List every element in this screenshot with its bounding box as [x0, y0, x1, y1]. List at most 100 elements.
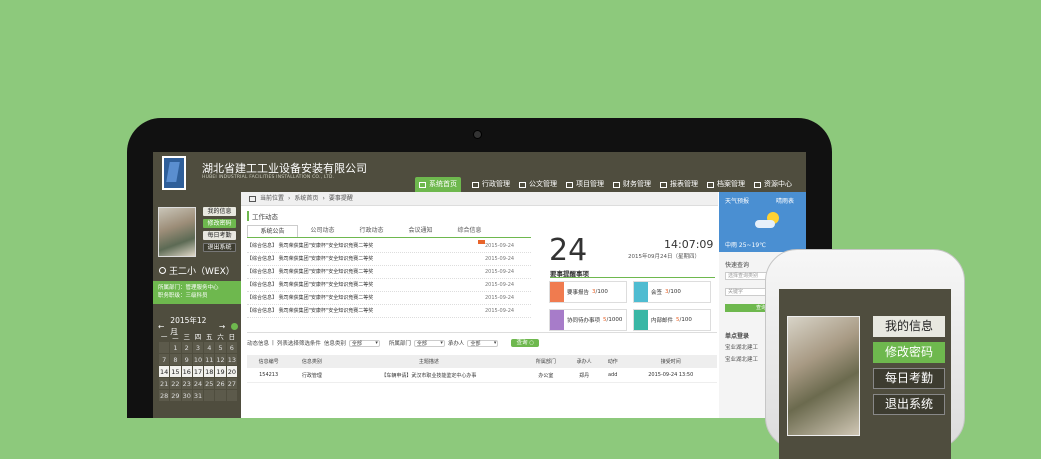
search-button[interactable]: 查询 ○ — [511, 339, 540, 347]
news-date: 2015-09-24 — [485, 295, 515, 301]
reminder-card[interactable]: 会签 3/100 — [633, 281, 711, 303]
calendar-day[interactable]: 31 — [192, 390, 204, 401]
category-select[interactable]: 全部 — [348, 339, 380, 347]
breadcrumb-home[interactable]: 系统首页 — [294, 192, 318, 206]
tab-announcements[interactable]: 系统公告 — [247, 225, 298, 237]
calendar-day[interactable]: 2 — [181, 342, 192, 353]
column-header[interactable]: 主题描述 — [333, 355, 525, 368]
table-cell: 2015-09-24 13:50 — [624, 368, 717, 383]
calendar-day[interactable]: 13 — [226, 354, 237, 365]
news-item[interactable]: 【综合信息】 我司荣获集团"安康杯"安全知识竞赛二等奖 2015-09-24 — [247, 266, 531, 279]
news-item[interactable]: 【综合信息】 我司荣获集团"安康杯"安全知识竞赛二等奖 2015-09-24 — [247, 253, 531, 266]
calendar-day[interactable]: 30 — [181, 390, 192, 401]
user-dept: 所属部门：管理服务中心 职务职级：三级科员 — [153, 281, 241, 304]
news-item[interactable]: 【综合信息】 我司荣获集团"安康杯"安全知识竞赛二等奖 2015-09-24 — [247, 279, 531, 292]
attendance-button[interactable]: 每日考勤 — [203, 231, 236, 240]
table-row[interactable]: 154213 行政管理 【车辆申请】武汉市职业技能鉴定中心办事 办公室 郑丹 add 201… — [247, 368, 717, 383]
news-item[interactable]: 【综合信息】 我司荣获集团"安康杯"安全知识竞赛二等奖 2015-09-24 — [247, 305, 531, 318]
calendar-day[interactable]: 16 — [181, 366, 192, 377]
calendar-day[interactable]: 27 — [226, 378, 237, 389]
reminder-card[interactable]: 要事报告 3/100 — [549, 281, 627, 303]
phone-my-info-button[interactable]: 我的信息 — [873, 316, 945, 337]
phone-logout-button[interactable]: 退出系统 — [873, 394, 945, 415]
screen: 湖北省建工工业设备安装有限公司 HUBEI INDUSTRIAL FACILIT… — [153, 152, 806, 418]
news-item[interactable]: 【综合信息】 我司荣获集团"安康杯"安全知识竞赛二等奖 2015-09-24 — [247, 292, 531, 305]
column-header[interactable]: 承办人 — [567, 355, 601, 368]
calendar-day[interactable]: 29 — [170, 390, 181, 401]
reminder-label: 要事报告 — [567, 290, 590, 296]
tab-meetings[interactable]: 会议通知 — [396, 225, 445, 237]
user-icon — [159, 267, 166, 274]
calendar-day[interactable]: 25 — [204, 378, 215, 389]
calendar-day[interactable]: 28 — [159, 390, 170, 401]
nav-resources[interactable]: 资源中心 — [750, 177, 797, 192]
reminder-icon — [550, 282, 564, 302]
calendar-day[interactable]: 22 — [170, 378, 181, 389]
change-password-button[interactable]: 修改密码 — [203, 219, 236, 228]
calendar-day[interactable]: 5 — [215, 342, 226, 353]
nav-docs[interactable]: 公文管理 — [515, 177, 562, 192]
reminder-label: 会签 — [651, 290, 663, 296]
calendar-day[interactable]: 24 — [192, 378, 204, 389]
sso-item[interactable]: 宝业湖北建工 — [725, 343, 758, 351]
tab-general[interactable]: 综合信息 — [445, 225, 494, 237]
column-header[interactable]: 动作 — [600, 355, 625, 368]
laptop: 湖北省建工工业设备安装有限公司 HUBEI INDUSTRIAL FACILIT… — [127, 118, 832, 418]
reminder-card[interactable]: 内部邮件 5/100 — [633, 309, 711, 331]
column-header[interactable]: 接受时间 — [624, 355, 717, 368]
reminder-card[interactable]: 协同待办事项 5/1000 — [549, 309, 627, 331]
calendar-day — [159, 342, 170, 353]
calendar-day[interactable]: 17 — [192, 366, 204, 377]
my-info-button[interactable]: 我的信息 — [203, 207, 236, 216]
calendar-day[interactable]: 12 — [215, 354, 226, 365]
column-header[interactable]: 信息编号 — [247, 355, 291, 368]
calendar-day[interactable]: 9 — [181, 354, 192, 365]
calendar-day[interactable]: 14 — [159, 366, 170, 377]
calendar-day[interactable]: 19 — [215, 366, 226, 377]
phone-attendance-button[interactable]: 每日考勤 — [873, 368, 945, 389]
calendar-day[interactable]: 7 — [159, 354, 170, 365]
calendar-day[interactable]: 26 — [215, 378, 226, 389]
tab-admin[interactable]: 行政动态 — [347, 225, 396, 237]
column-header[interactable]: 所属部门 — [524, 355, 568, 368]
calendar-day[interactable]: 20 — [226, 366, 237, 377]
section-title: 工作动态 — [247, 211, 278, 221]
sso-item[interactable]: 宝业湖北建工 — [725, 355, 758, 363]
clock: 14:07:09 — [664, 238, 714, 251]
calendar-day[interactable]: 1 — [170, 342, 181, 353]
main-content: 当前位置 › 系统首页 › 要事提醒 工作动态 系统公告 公司动态 行政动态 会议通… — [241, 192, 718, 418]
calendar-day[interactable]: 10 — [192, 354, 204, 365]
nav-admin[interactable]: 行政管理 — [468, 177, 515, 192]
nav-reports[interactable]: 报表管理 — [656, 177, 703, 192]
nav-archive[interactable]: 档案管理 — [703, 177, 750, 192]
calendar-day[interactable]: 18 — [204, 366, 215, 377]
home-icon — [249, 195, 256, 202]
reminders-divider — [550, 277, 715, 278]
calendar-day[interactable]: 3 — [192, 342, 204, 353]
nav-finance[interactable]: 财务管理 — [609, 177, 656, 192]
document-icon — [519, 181, 526, 188]
tab-company[interactable]: 公司动态 — [298, 225, 347, 237]
breadcrumb-current: 要事提醒 — [328, 194, 353, 202]
weather-tab[interactable]: 晴雨表 — [776, 196, 794, 205]
calendar-day[interactable]: 6 — [226, 342, 237, 353]
calendar-day[interactable]: 11 — [204, 354, 215, 365]
weather-title[interactable]: 天气预报 — [725, 196, 749, 205]
nav-home[interactable]: 系统首页 — [415, 177, 461, 192]
reminder-total: /100 — [679, 317, 692, 323]
phone-change-password-button[interactable]: 修改密码 — [873, 342, 945, 363]
calendar-day[interactable]: 23 — [181, 378, 192, 389]
dept-select[interactable]: 全部 — [413, 339, 445, 347]
handler-select[interactable]: 全部 — [467, 339, 499, 347]
weather-text: 中雨 25~19℃ — [725, 242, 766, 249]
column-header[interactable]: 信息类别 — [290, 355, 334, 368]
logout-button[interactable]: 退出系统 — [203, 243, 236, 252]
clock-icon — [566, 181, 573, 188]
calendar-day[interactable]: 8 — [170, 354, 181, 365]
calendar-day[interactable]: 4 — [204, 342, 215, 353]
news-title: 【综合信息】 我司荣获集团"安康杯"安全知识竞赛二等奖 — [247, 282, 374, 288]
news-item[interactable]: 【综合信息】 我司荣获集团"安康杯"安全知识竞赛二等奖 2015-09-24 — [247, 240, 531, 253]
nav-projects[interactable]: 项目管理 — [562, 177, 609, 192]
calendar-day[interactable]: 21 — [159, 378, 170, 389]
calendar-day[interactable]: 15 — [170, 366, 181, 377]
